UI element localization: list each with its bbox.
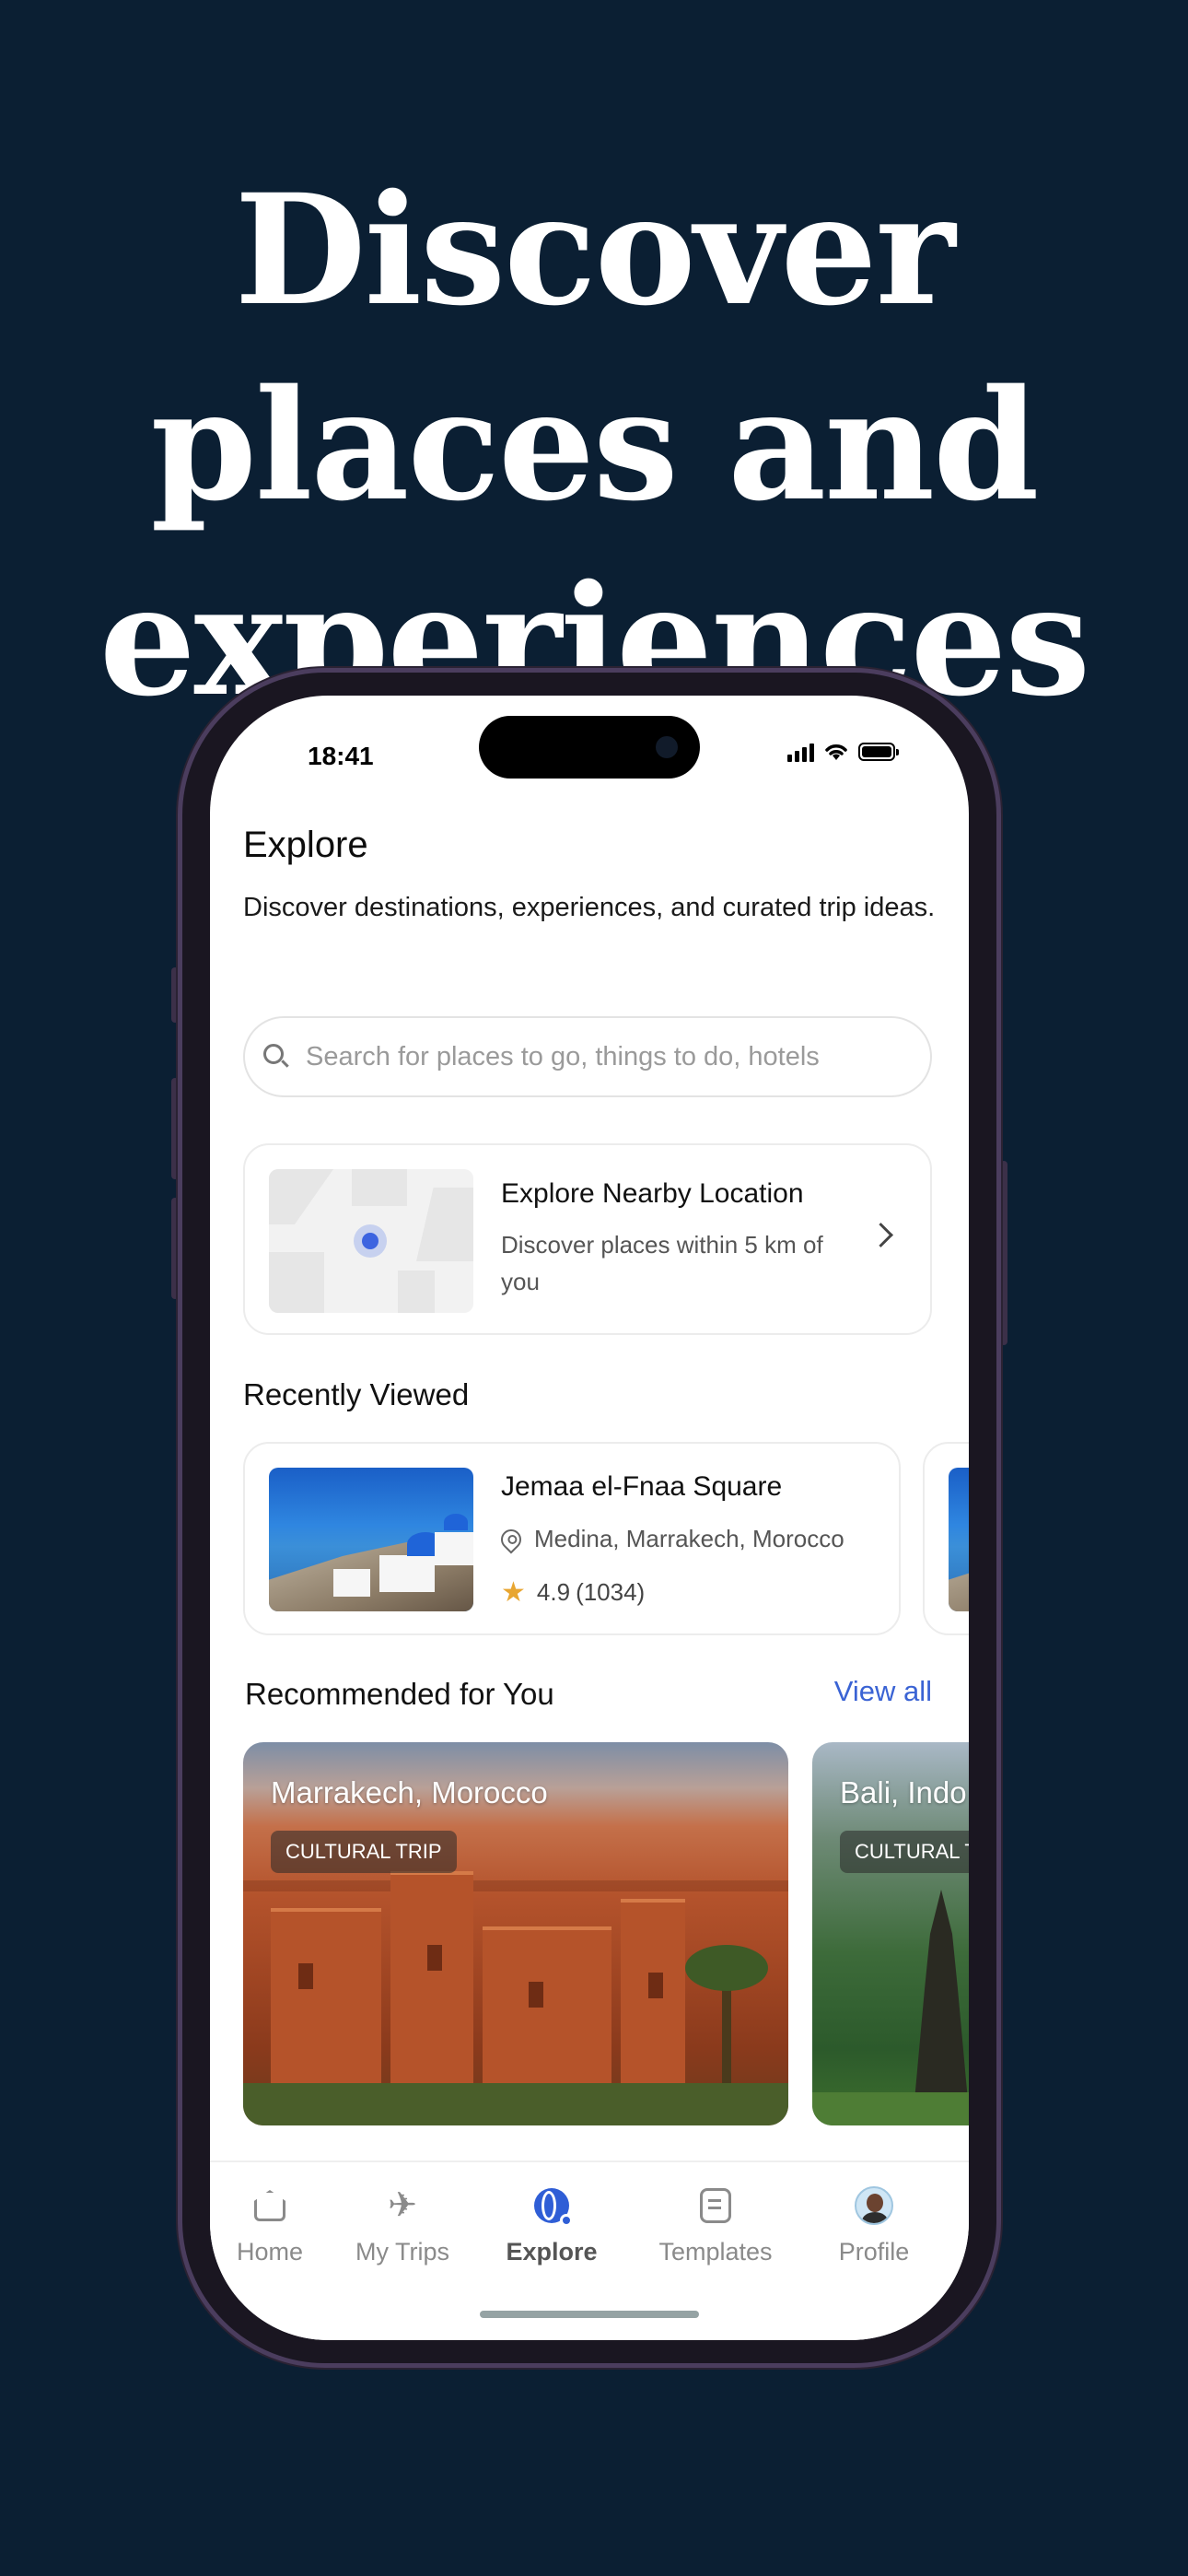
recent-place-location: Medina, Marrakech, Morocco <box>496 1524 844 1554</box>
recently-viewed-card-next[interactable] <box>923 1442 969 1635</box>
star-icon: ★ <box>501 1577 526 1608</box>
search-input[interactable] <box>304 1040 897 1073</box>
home-indicator[interactable] <box>480 2311 699 2318</box>
recommended-heading: Recommended for You <box>245 1677 554 1711</box>
location-pin-icon <box>354 1224 387 1258</box>
nearby-description: Discover places within 5 km of you <box>501 1231 823 1295</box>
map-thumbnail <box>269 1169 473 1313</box>
tab-templates[interactable]: Templates <box>646 2186 785 2266</box>
tab-label: Home <box>236 2238 304 2266</box>
recommended-place-name: Marrakech, Morocco <box>271 1775 548 1809</box>
rating-count: (1034) <box>576 1578 646 1606</box>
tab-label: My Trips <box>355 2238 449 2266</box>
trip-type-badge: CULTURAL T <box>840 1831 969 1873</box>
recent-place-rating: ★ 4.9 (1034) <box>501 1576 645 1609</box>
bottom-tab-bar: Home ✈ My Trips Explore Templates Profil… <box>210 2160 969 2340</box>
wifi-icon <box>825 744 847 760</box>
recent-place-location-text: Medina, Marrakech, Morocco <box>534 1525 844 1552</box>
cellular-signal-icon <box>787 742 814 762</box>
recently-viewed-heading: Recently Viewed <box>243 1377 470 1411</box>
tab-explore[interactable]: Explore <box>483 2186 621 2266</box>
place-thumbnail <box>269 1468 473 1611</box>
plane-icon: ✈ <box>388 2186 417 2225</box>
trip-type-badge: CULTURAL TRIP <box>271 1831 457 1873</box>
map-pin-icon <box>496 1524 526 1554</box>
status-time: 18:41 <box>308 742 374 770</box>
recommended-card-marrakech[interactable]: Marrakech, Morocco CULTURAL TRIP <box>243 1742 788 2125</box>
document-icon <box>700 2188 731 2223</box>
explore-nearby-card[interactable]: Explore Nearby Location Discover places … <box>243 1143 932 1335</box>
dynamic-island <box>479 716 700 779</box>
headline-line-2: places and <box>150 356 1040 534</box>
recommended-place-name: Bali, Indo <box>840 1775 967 1809</box>
view-all-link[interactable]: View all <box>834 1675 932 1708</box>
promo-headline: Discover places and experiences <box>0 152 1188 738</box>
tab-profile[interactable]: Profile <box>805 2186 943 2266</box>
tab-home[interactable]: Home <box>210 2186 339 2266</box>
avatar-icon <box>855 2186 893 2225</box>
recently-viewed-card[interactable]: Jemaa el-Fnaa Square Medina, Marrakech, … <box>243 1442 901 1635</box>
status-icons <box>787 742 899 762</box>
page-subtitle: Discover destinations, experiences, and … <box>243 893 936 922</box>
tab-label: Profile <box>838 2238 910 2266</box>
phone-power-button <box>1000 1161 1007 1345</box>
battery-icon <box>858 743 899 761</box>
tab-label: Templates <box>658 2238 773 2266</box>
tab-label: Explore <box>506 2238 598 2266</box>
place-thumbnail <box>949 1468 969 1611</box>
rating-value: 4.9 <box>536 1578 571 1606</box>
home-icon <box>254 2190 285 2221</box>
recent-place-title: Jemaa el-Fnaa Square <box>501 1471 783 1502</box>
nearby-title: Explore Nearby Location <box>501 1178 804 1209</box>
recommended-card-bali[interactable]: Bali, Indo CULTURAL T <box>812 1742 969 2125</box>
page-title: Explore <box>243 825 368 865</box>
search-icon <box>263 1044 289 1070</box>
globe-icon <box>534 2188 573 2227</box>
chevron-right-icon <box>868 1223 893 1247</box>
search-bar[interactable] <box>243 1016 932 1097</box>
headline-line-1: Discover <box>234 160 956 339</box>
tab-my-trips[interactable]: ✈ My Trips <box>333 2186 472 2266</box>
app-screen: 18:41 Explore Discover destinations, exp… <box>210 696 969 2340</box>
